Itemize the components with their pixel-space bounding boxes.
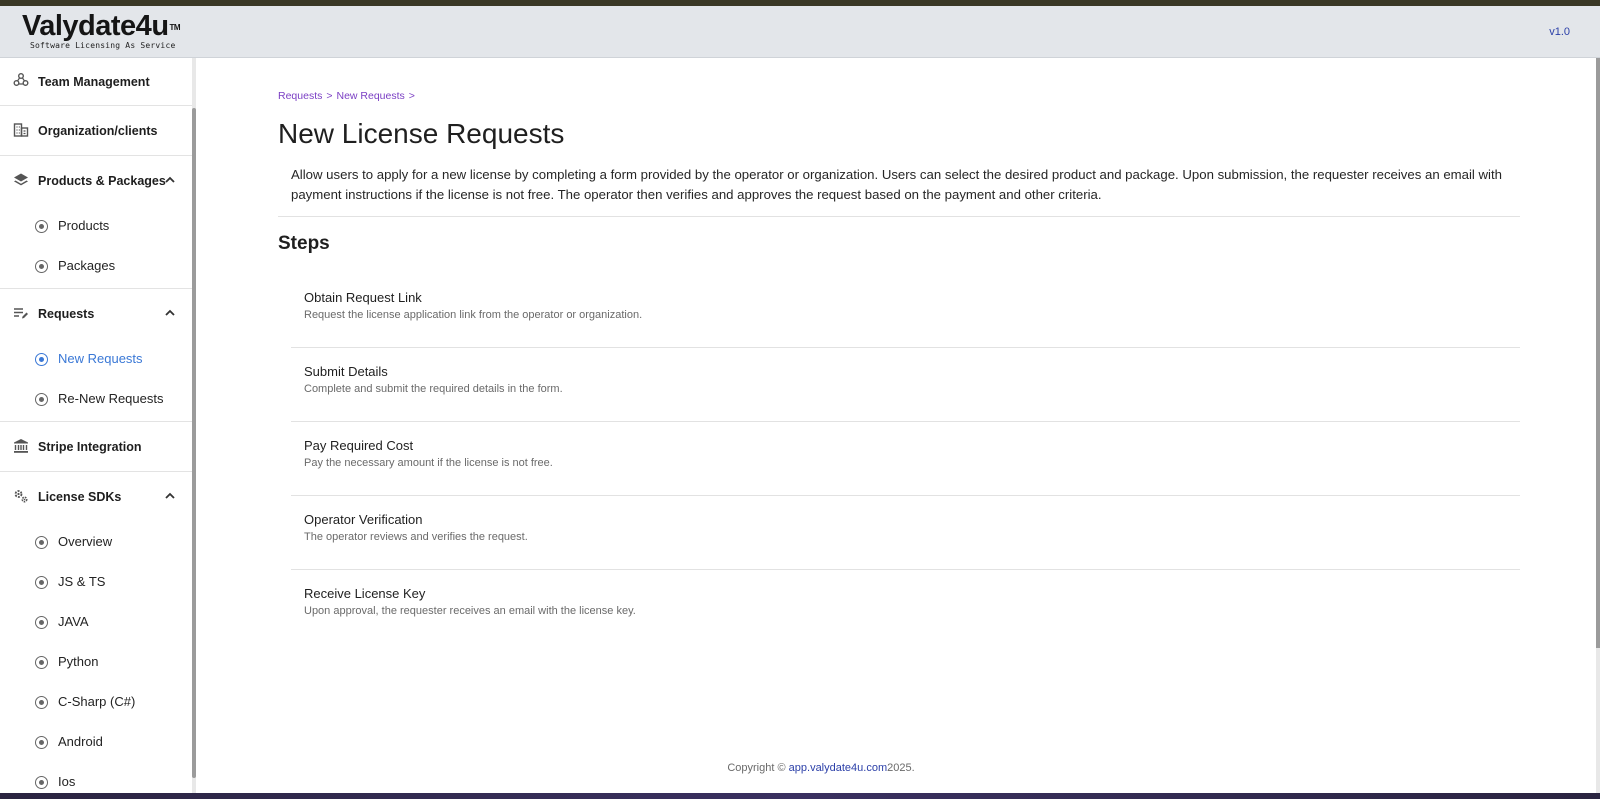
step-title: Operator Verification (304, 512, 423, 527)
sidebar-item-label: Organization/clients (38, 123, 158, 138)
sidebar-item-stripe-integration[interactable]: Stripe Integration (0, 422, 192, 472)
radio-dot-icon (35, 393, 48, 406)
team-icon (13, 73, 29, 86)
step-description: Complete and submit the required details… (304, 383, 563, 395)
breadcrumb: Requests > New Requests > (278, 90, 419, 102)
step-description: Request the license application link fro… (304, 309, 643, 321)
footer-link[interactable]: app.valydate4u.com (789, 762, 887, 774)
app-logo[interactable]: Valydate4uTM Software Licensing As Servi… (22, 10, 181, 50)
sidebar-item-label: Overview (58, 534, 113, 549)
footer-year: 2025. (887, 762, 915, 774)
radio-dot-icon (35, 220, 48, 233)
sidebar-item-products[interactable]: Products (0, 206, 192, 246)
sidebar-item-label: New Requests (58, 351, 143, 366)
sidebar-item-label: License SDKs (38, 490, 122, 504)
radio-dot-icon (35, 696, 48, 709)
sidebar-item-python[interactable]: Python (0, 642, 192, 682)
app-header: Valydate4uTM Software Licensing As Servi… (0, 6, 1600, 58)
step-description: Upon approval, the requester receives an… (304, 605, 636, 617)
sidebar-item-label: Packages (58, 258, 116, 273)
radio-dot-icon (35, 260, 48, 273)
sidebar-item-label: Ios (58, 774, 76, 789)
sidebar-item-android[interactable]: Android (0, 722, 192, 762)
chevron-up-icon[interactable] (164, 174, 176, 186)
step-title: Obtain Request Link (304, 290, 422, 305)
sidebar: Team Management Organization/clients Pro… (0, 58, 192, 799)
radio-dot-icon (35, 536, 48, 549)
sidebar-item-label: Android (58, 734, 103, 749)
sidebar-item-renew-requests[interactable]: Re-New Requests (0, 379, 192, 422)
page-description: Allow users to apply for a new license b… (291, 167, 1502, 202)
window-bottom-strip (0, 793, 1600, 799)
breadcrumb-separator: > (326, 90, 333, 102)
sidebar-item-products-packages[interactable]: Products & Packages (0, 156, 192, 206)
sidebar-item-team-management[interactable]: Team Management (0, 58, 192, 106)
sidebar-item-label: Python (58, 654, 99, 669)
sidebar-item-packages[interactable]: Packages (0, 246, 192, 289)
step-description: Pay the necessary amount if the license … (304, 457, 553, 469)
edit-list-icon (14, 308, 28, 319)
sidebar-item-label: Team Management (38, 74, 150, 89)
step-item: Obtain Request Link Request the license … (291, 274, 1520, 348)
sidebar-item-java[interactable]: JAVA (0, 602, 192, 642)
steps-heading: Steps (278, 233, 330, 254)
bank-icon (14, 439, 28, 453)
sidebar-item-label: Stripe Integration (38, 439, 142, 454)
divider (278, 216, 1520, 217)
main-scrollbar-thumb[interactable] (1596, 58, 1600, 648)
breadcrumb-separator: > (408, 90, 415, 102)
radio-dot-icon (35, 776, 48, 789)
step-item: Pay Required Cost Pay the necessary amou… (291, 422, 1520, 496)
sidebar-item-label: Products & Packages (38, 174, 166, 188)
logo-text: Valydate4u (22, 10, 169, 42)
radio-dot-icon (35, 616, 48, 629)
sidebar-item-label: C-Sharp (C#) (58, 694, 136, 709)
radio-dot-icon (35, 656, 48, 669)
sidebar-item-label: Products (58, 218, 110, 233)
step-title: Receive License Key (304, 586, 426, 601)
sidebar-item-label: Re-New Requests (58, 391, 164, 406)
step-description: The operator reviews and verifies the re… (304, 531, 528, 543)
step-item: Operator Verification The operator revie… (291, 496, 1520, 570)
breadcrumb-requests[interactable]: Requests (278, 90, 322, 102)
sidebar-item-organization-clients[interactable]: Organization/clients (0, 106, 192, 156)
chevron-up-icon[interactable] (164, 490, 176, 502)
sidebar-item-requests[interactable]: Requests (0, 289, 192, 339)
sidebar-item-csharp[interactable]: C-Sharp (C#) (0, 682, 192, 722)
radio-dot-icon (35, 576, 48, 589)
logo-tagline: Software Licensing As Service (30, 41, 176, 50)
layers-icon (14, 173, 28, 186)
step-item: Receive License Key Upon approval, the r… (291, 570, 1520, 644)
gears-icon (14, 490, 28, 503)
sidebar-item-label: Requests (38, 307, 95, 321)
radio-dot-icon (35, 736, 48, 749)
breadcrumb-new-requests[interactable]: New Requests (337, 90, 405, 102)
step-title: Submit Details (304, 364, 388, 379)
version-label: v1.0 (1549, 26, 1570, 38)
sidebar-item-label: JS & TS (58, 574, 106, 589)
footer-copyright: Copyright © app.valydate4u.com2025. (196, 762, 1446, 774)
chevron-up-icon[interactable] (164, 307, 176, 319)
sidebar-item-label: JAVA (58, 614, 89, 629)
footer-prefix: Copyright © (727, 762, 786, 774)
step-item: Submit Details Complete and submit the r… (291, 348, 1520, 422)
main-content: Requests > New Requests > New License Reque… (196, 58, 1599, 793)
radio-dot-icon (35, 353, 48, 366)
logo-trademark: TM (169, 23, 181, 32)
sidebar-item-overview[interactable]: Overview (0, 522, 192, 562)
sidebar-item-new-requests[interactable]: New Requests (0, 339, 192, 379)
sidebar-item-js-ts[interactable]: JS & TS (0, 562, 192, 602)
page-title: New License Requests (278, 118, 565, 149)
step-title: Pay Required Cost (304, 438, 414, 453)
sidebar-item-license-sdks[interactable]: License SDKs (0, 472, 192, 522)
building-icon (13, 123, 29, 137)
